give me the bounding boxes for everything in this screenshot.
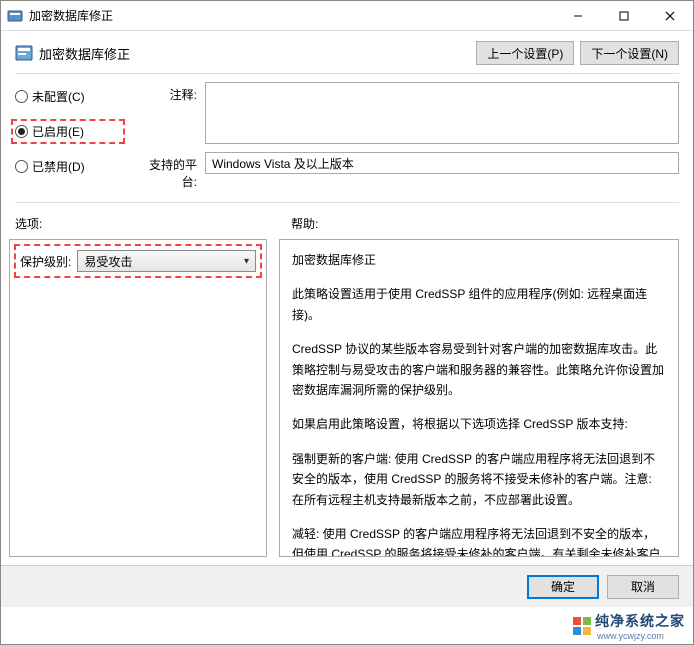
watermark-icon: [573, 617, 591, 635]
previous-setting-button[interactable]: 上一个设置(P): [476, 41, 574, 65]
help-text: 如果启用此策略设置，将根据以下选项选择 CredSSP 版本支持:: [292, 414, 666, 434]
radio-not-configured[interactable]: 未配置(C): [15, 88, 125, 105]
watermark-url: www.ycwjzy.com: [597, 631, 685, 641]
options-section-label: 选项:: [15, 209, 275, 233]
title-bar: 加密数据库修正: [1, 1, 693, 31]
help-text: 此策略设置适用于使用 CredSSP 组件的应用程序(例如: 远程桌面连接)。: [292, 284, 666, 325]
form-column: 注释: 支持的平台: Windows Vista 及以上版本: [135, 82, 679, 198]
watermark: 纯净系统之家 www.ycwjzy.com: [569, 610, 689, 642]
panels: 保护级别: 易受攻击 ▾ 加密数据库修正 此策略设置适用于使用 CredSSP …: [1, 233, 693, 565]
cancel-button[interactable]: 取消: [607, 575, 679, 599]
section-labels: 选项: 帮助:: [1, 203, 693, 233]
help-panel[interactable]: 加密数据库修正 此策略设置适用于使用 CredSSP 组件的应用程序(例如: 远…: [279, 239, 679, 557]
panel-title: 加密数据库修正: [39, 44, 476, 63]
supported-platform-field: Windows Vista 及以上版本: [205, 152, 679, 174]
options-panel: 保护级别: 易受攻击 ▾: [9, 239, 267, 557]
protection-level-label: 保护级别:: [20, 253, 71, 270]
next-setting-button[interactable]: 下一个设置(N): [580, 41, 679, 65]
comment-textarea[interactable]: [205, 82, 679, 144]
help-section-label: 帮助:: [291, 209, 679, 233]
chevron-down-icon: ▾: [244, 256, 249, 267]
state-radios: 未配置(C) 已启用(E) 已禁用(D): [15, 82, 125, 198]
radio-icon: [15, 90, 28, 103]
comment-label: 注释:: [135, 82, 205, 144]
minimize-button[interactable]: [555, 1, 601, 30]
protection-level-highlight: 保护级别: 易受攻击 ▾: [14, 244, 262, 278]
radio-label: 已启用(E): [32, 123, 84, 140]
radio-enabled[interactable]: 已启用(E): [11, 119, 125, 144]
dialog-footer: 确定 取消: [1, 565, 693, 607]
config-area: 未配置(C) 已启用(E) 已禁用(D) 注释: 支持的平台: Windows …: [1, 74, 693, 202]
radio-disabled[interactable]: 已禁用(D): [15, 158, 125, 175]
help-text: CredSSP 协议的某些版本容易受到针对客户端的加密数据库攻击。此策略控制与易…: [292, 339, 666, 400]
protection-level-dropdown[interactable]: 易受攻击 ▾: [77, 250, 256, 272]
help-text: 强制更新的客户端: 使用 CredSSP 的客户端应用程序将无法回退到不安全的版…: [292, 449, 666, 510]
platform-label: 支持的平台:: [135, 152, 205, 190]
watermark-text: 纯净系统之家: [595, 611, 685, 631]
window-title: 加密数据库修正: [29, 7, 555, 24]
window-controls: [555, 1, 693, 30]
dropdown-value: 易受攻击: [84, 253, 132, 270]
close-button[interactable]: [647, 1, 693, 30]
radio-icon: [15, 125, 28, 138]
radio-icon: [15, 160, 28, 173]
help-text: 加密数据库修正: [292, 250, 666, 270]
ok-button[interactable]: 确定: [527, 575, 599, 599]
radio-label: 未配置(C): [32, 88, 85, 105]
radio-label: 已禁用(D): [32, 158, 85, 175]
app-icon: [7, 8, 23, 24]
policy-icon: [15, 44, 33, 62]
maximize-button[interactable]: [601, 1, 647, 30]
header-row: 加密数据库修正 上一个设置(P) 下一个设置(N): [1, 31, 693, 73]
help-text: 减轻: 使用 CredSSP 的客户端应用程序将无法回退到不安全的版本，但使用 …: [292, 524, 666, 557]
